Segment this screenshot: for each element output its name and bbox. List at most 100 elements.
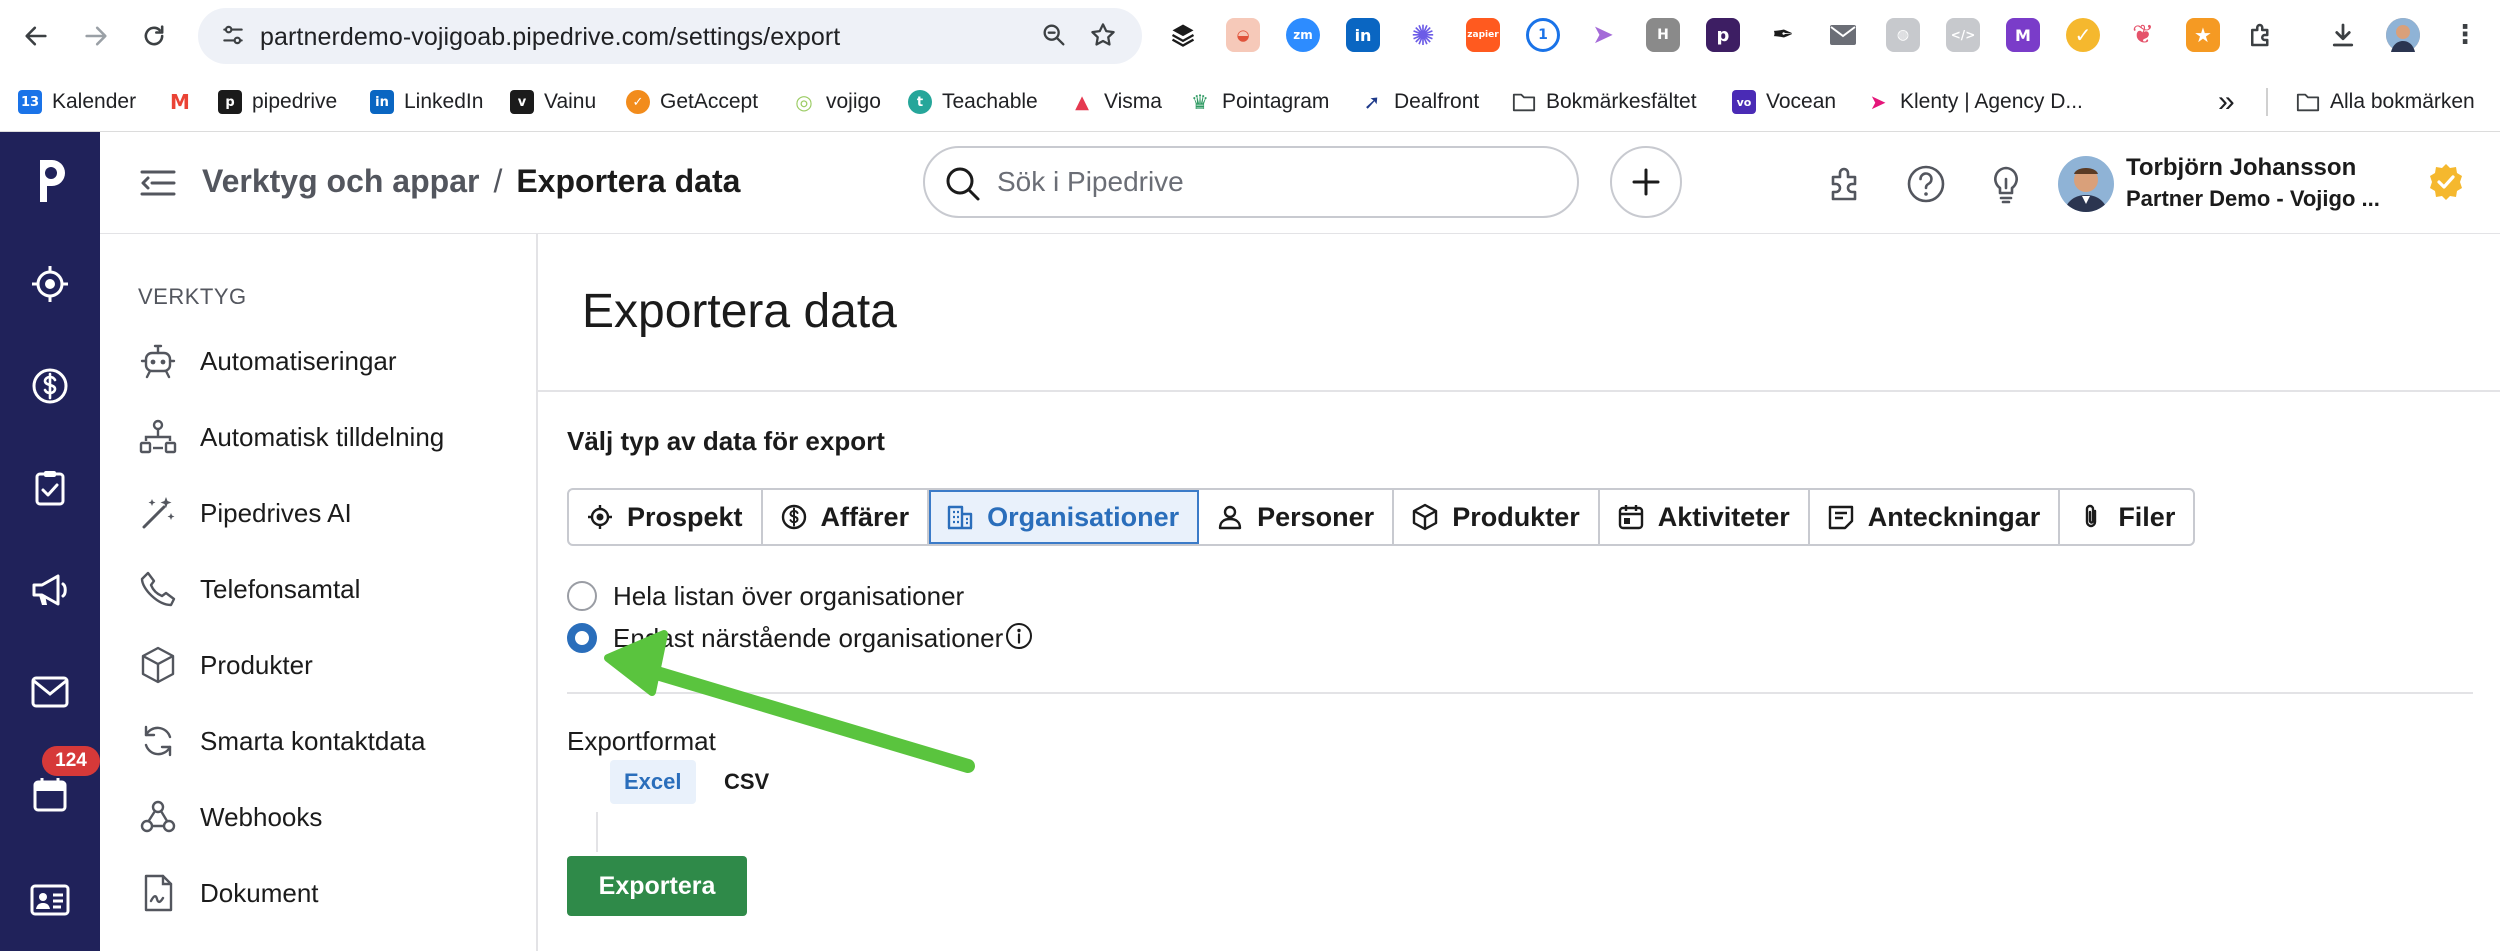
pipedrive-extension-icon[interactable]: p <box>1706 18 1740 52</box>
sidebar-item-automations[interactable]: Automatiseringar <box>136 334 516 388</box>
sidebar-item-webhooks[interactable]: Webhooks <box>136 790 516 844</box>
layers-extension-icon[interactable] <box>1166 18 1200 52</box>
bookmark-item[interactable]: ➤ Klenty | Agency D... <box>1866 85 2083 119</box>
user-avatar[interactable] <box>2058 156 2114 212</box>
search-icon <box>943 164 983 209</box>
star-extension-icon[interactable]: ★ <box>2186 18 2220 52</box>
bookmark-item[interactable]: vo Vocean <box>1732 85 1836 119</box>
tab-deals[interactable]: Affärer <box>763 490 930 544</box>
url-text[interactable]: partnerdemo-vojigoab.pipedrive.com/setti… <box>260 23 840 52</box>
quick-add-button[interactable] <box>1610 146 1682 218</box>
back-arrow-icon[interactable] <box>14 14 58 58</box>
paperclip-icon <box>2076 502 2106 532</box>
download-icon[interactable] <box>2326 18 2360 52</box>
marketplace-puzzle-icon[interactable] <box>1824 162 1868 206</box>
data-type-segmented-control: Prospekt Affärer Organisationer Personer… <box>567 488 2196 546</box>
more-bookmarks-button[interactable]: » <box>2218 85 2235 119</box>
extension-icon[interactable]: ◒ <box>1226 18 1260 52</box>
option-related-only[interactable]: Endast närstående organisationer <box>567 620 1033 656</box>
extension-icon[interactable]: M <box>2006 18 2040 52</box>
folder-icon <box>2296 90 2320 114</box>
help-icon[interactable] <box>1904 162 1948 206</box>
zoom-extension-icon[interactable]: zm <box>1286 18 1320 52</box>
bookmark-item[interactable]: t Teachable <box>908 85 1038 119</box>
bookmark-item[interactable]: p pipedrive <box>218 85 337 119</box>
breadcrumb-parent-link[interactable]: Verktyg och appar <box>202 163 479 199</box>
export-button[interactable]: Exportera <box>567 856 747 916</box>
onboarding-check-icon[interactable] <box>2426 162 2466 202</box>
pipedrive-favicon-icon: p <box>218 90 242 114</box>
lightbulb-icon[interactable] <box>1984 162 2028 206</box>
document-icon <box>136 871 180 915</box>
address-bar[interactable]: partnerdemo-vojigoab.pipedrive.com/setti… <box>198 8 1142 64</box>
sidebar-item-smart-contact-data[interactable]: Smarta kontaktdata <box>136 714 516 768</box>
sidebar-item-documents[interactable]: Dokument <box>136 866 516 920</box>
info-icon[interactable] <box>1005 622 1033 655</box>
sidebar-item-products[interactable]: Produkter <box>136 638 516 692</box>
asterisk-extension-icon[interactable]: ✺ <box>1406 18 1440 52</box>
tab-people[interactable]: Personer <box>1199 490 1395 544</box>
bookmark-item[interactable]: ✓ GetAccept <box>626 85 758 119</box>
mail-icon[interactable] <box>24 666 76 718</box>
browser-menu-icon[interactable]: ⋮ <box>2448 18 2482 52</box>
check-extension-icon[interactable]: ✓ <box>2066 18 2100 52</box>
zoom-icon[interactable] <box>1040 21 1068 54</box>
bookmark-star-icon[interactable] <box>1088 20 1118 55</box>
bookmark-item[interactable]: ◎ vojigo <box>792 85 881 119</box>
collapse-menu-icon[interactable] <box>138 168 178 203</box>
all-bookmarks-button[interactable]: Alla bokmärken <box>2296 85 2475 119</box>
radio-related-only[interactable] <box>567 623 597 653</box>
site-settings-icon[interactable] <box>220 22 246 53</box>
pipedrive-logo-icon[interactable] <box>24 154 76 206</box>
forward-arrow-icon[interactable] <box>74 14 118 58</box>
sidebar-item-calls[interactable]: Telefonsamtal <box>136 562 516 616</box>
extension-icon[interactable]: ◍ <box>1886 18 1920 52</box>
zapier-extension-icon[interactable]: zapier <box>1466 18 1500 52</box>
activities-clipboard-icon[interactable] <box>24 462 76 514</box>
eyedropper-extension-icon[interactable]: ✒ <box>1766 18 1800 52</box>
bookmark-item[interactable]: 13 Kalender <box>18 85 136 119</box>
option-full-list[interactable]: Hela listan över organisationer <box>567 578 964 614</box>
pointagram-favicon-icon: ♛ <box>1188 90 1212 114</box>
tab-activities[interactable]: Aktiviteter <box>1600 490 1810 544</box>
bookmark-item[interactable]: ▲ Visma <box>1070 85 1162 119</box>
reload-icon[interactable] <box>132 14 176 58</box>
extension-icon[interactable]: H <box>1646 18 1680 52</box>
send-extension-icon[interactable]: ➤ <box>1586 18 1620 52</box>
linkedin-favicon-icon: in <box>370 90 394 114</box>
tab-products[interactable]: Produkter <box>1394 490 1600 544</box>
format-option-csv[interactable]: CSV <box>718 760 775 804</box>
phone-icon <box>136 567 180 611</box>
user-name[interactable]: Torbjörn Johansson <box>2126 154 2356 182</box>
bookmark-item[interactable]: in LinkedIn <box>370 85 483 119</box>
contacts-card-icon[interactable] <box>24 874 76 926</box>
tab-organizations[interactable]: Organisationer <box>929 490 1200 544</box>
extension-icon[interactable]: ❦ <box>2126 18 2160 52</box>
bookmark-folder[interactable]: Bokmärkesfältet <box>1512 85 1697 119</box>
mail-extension-icon[interactable] <box>1826 18 1860 52</box>
sidebar-item-label: Automatisk tilldelning <box>200 421 445 452</box>
tab-leads[interactable]: Prospekt <box>569 490 763 544</box>
bookmark-item[interactable]: v Vainu <box>510 85 596 119</box>
bookmark-item[interactable]: ➚ Dealfront <box>1360 85 1479 119</box>
radio-full-list[interactable] <box>567 581 597 611</box>
campaigns-megaphone-icon[interactable] <box>24 564 76 616</box>
company-name[interactable]: Partner Demo - Vojigo ... <box>2126 186 2380 212</box>
tab-notes[interactable]: Anteckningar <box>1810 490 2061 544</box>
bookmark-item[interactable]: ♛ Pointagram <box>1188 85 1329 119</box>
search-input[interactable] <box>997 162 1557 202</box>
tab-files[interactable]: Filer <box>2060 490 2193 544</box>
sidebar-item-pipedrive-ai[interactable]: Pipedrives AI <box>136 486 516 540</box>
deals-dollar-icon[interactable] <box>24 360 76 412</box>
linkedin-extension-icon[interactable]: in <box>1346 18 1380 52</box>
leads-target-icon[interactable] <box>24 258 76 310</box>
password-extension-icon[interactable]: 1 <box>1526 18 1560 52</box>
sidebar-item-auto-assignment[interactable]: Automatisk tilldelning <box>136 410 516 464</box>
profile-avatar[interactable] <box>2386 18 2420 52</box>
format-option-excel[interactable]: Excel <box>610 760 696 804</box>
vocean-favicon-icon: vo <box>1732 90 1756 114</box>
search-box[interactable] <box>923 146 1579 218</box>
extensions-puzzle-icon[interactable] <box>2244 18 2278 52</box>
bookmark-item[interactable]: M <box>168 85 202 119</box>
code-extension-icon[interactable]: </> <box>1946 18 1980 52</box>
